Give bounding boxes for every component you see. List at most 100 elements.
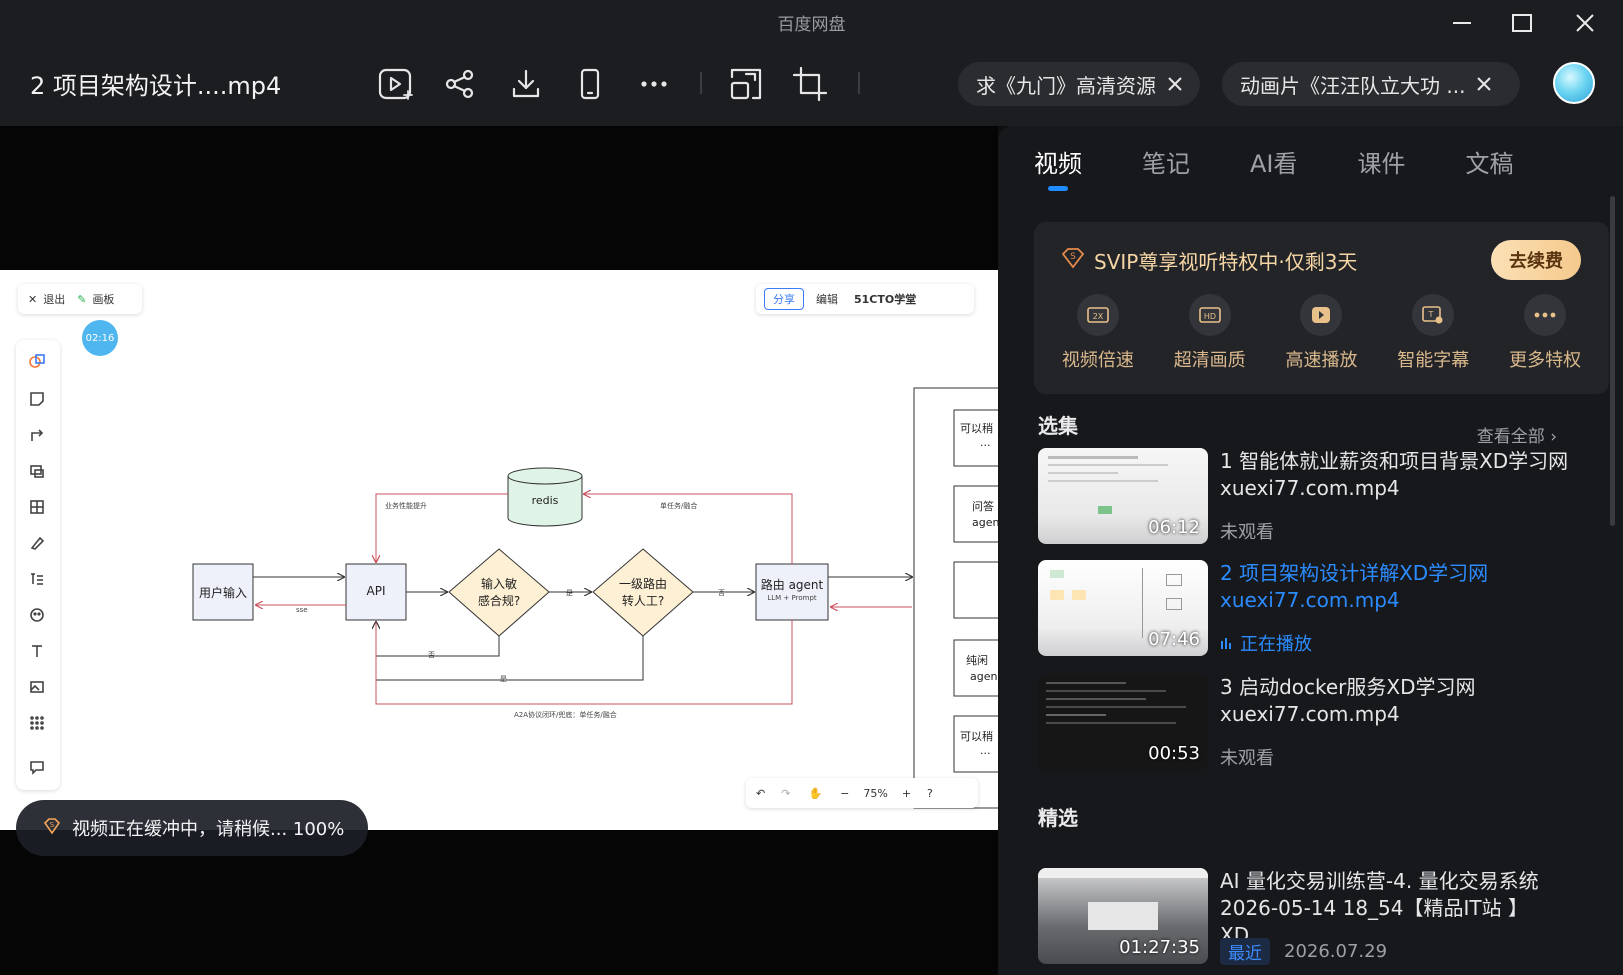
crop-icon — [792, 66, 828, 102]
search-tab-close-button[interactable] — [1166, 75, 1184, 93]
tab-courseware[interactable]: 课件 — [1358, 144, 1406, 179]
episode-title: 3 启动docker服务XD学习网 xuexi77.com.mp4 — [1220, 675, 1476, 726]
search-tab-label: 求《九门》高清资源 — [976, 73, 1156, 98]
route-label-2: 转人工? — [621, 594, 665, 608]
perk-more[interactable]: 更多特权 — [1495, 294, 1595, 372]
zoom-in-icon[interactable]: + — [902, 787, 911, 800]
side-node-label: ... — [980, 436, 991, 449]
subtitle-icon: T — [1412, 294, 1455, 336]
fast-play-icon — [1300, 294, 1343, 336]
search-tab[interactable]: 动画片《汪汪队立大功 ... — [1222, 62, 1520, 106]
crop-button[interactable] — [790, 64, 830, 104]
svg-text:S: S — [1070, 252, 1076, 262]
phone-button[interactable] — [570, 64, 610, 104]
router-label-2: LLM + Prompt — [767, 594, 817, 602]
episode-item[interactable]: 06:12 1 智能体就业薪资和项目背景XD学习网 xuexi77.com.mp… — [1038, 448, 1598, 544]
featured-meta: 最近 2026.07.29 — [1220, 938, 1387, 965]
maximize-icon — [1512, 14, 1532, 32]
perk-label: 更多特权 — [1509, 350, 1582, 371]
perk-speed[interactable]: 2X 视频倍速 — [1048, 294, 1148, 372]
video-player[interactable]: ✕ 退出 ✎ 画板 02:16 分享 编辑 51CTO学堂 用户输入 API r… — [0, 126, 998, 975]
perk-subtitle[interactable]: T 智能字幕 — [1383, 294, 1483, 372]
download-icon — [512, 69, 540, 98]
buffering-text: 视频正在缓冲中，请稍候... 100% — [72, 819, 345, 840]
minimize-icon — [1453, 22, 1471, 24]
help-icon[interactable]: ? — [927, 787, 933, 800]
more-icon — [1524, 294, 1567, 336]
edge-label: 否 — [428, 651, 435, 659]
side-node-label: agen — [972, 516, 998, 529]
see-all-link[interactable]: 查看全部 › — [1477, 422, 1557, 447]
speed-2x-icon: 2X — [1076, 294, 1119, 336]
perk-fast-play[interactable]: 高速播放 — [1271, 294, 1371, 372]
episode-item[interactable]: 07:46 2 项目架构设计详解XD学习网 xuexi77.com.mp4 正在… — [1038, 560, 1598, 656]
hand-icon[interactable]: ✋ — [808, 787, 822, 800]
edge-label: 是 — [500, 675, 507, 683]
svip-gem-icon: S — [1060, 246, 1086, 275]
episode-status: 未观看 — [1220, 522, 1274, 543]
featured-date: 2026.07.29 — [1284, 941, 1388, 962]
featured-title: 精选 — [1038, 806, 1078, 830]
sensitive-label-1: 输入敏 — [480, 577, 517, 591]
equalizer-icon — [1220, 633, 1232, 654]
hd-icon: HD — [1188, 294, 1231, 336]
api-label: API — [366, 584, 386, 598]
renew-button[interactable]: 去续费 — [1491, 240, 1581, 280]
zoom-out-icon[interactable]: − — [840, 787, 849, 800]
episode-status: 未观看 — [1220, 748, 1274, 769]
picture-in-picture-button[interactable] — [726, 64, 766, 104]
play-add-button[interactable] — [376, 64, 416, 104]
toolbar-divider — [858, 72, 860, 94]
avatar[interactable] — [1553, 62, 1595, 104]
route-label-1: 一级路由 — [618, 577, 667, 591]
episode-title: 1 智能体就业薪资和项目背景XD学习网 xuexi77.com.mp4 — [1220, 449, 1569, 500]
tab-ai-watch[interactable]: AI看 — [1250, 144, 1298, 179]
maximize-button[interactable] — [1502, 8, 1542, 38]
zoom-bar: ↶ ↷ ✋ − 75% + ? — [746, 778, 978, 808]
episode-duration: 07:46 — [1148, 629, 1200, 650]
featured-thumbnail: 01:27:35 — [1038, 868, 1208, 964]
redis-label: redis — [531, 494, 559, 507]
buffering-toast: S 视频正在缓冲中，请稍候... 100% — [16, 800, 368, 856]
edge-label: 单任务/融合 — [660, 502, 698, 510]
share-button[interactable] — [440, 64, 480, 104]
more-button[interactable] — [634, 64, 674, 104]
sensitive-label-2: 感合规? — [477, 594, 521, 608]
zoom-level: 75% — [863, 786, 888, 800]
panel-scrollbar[interactable] — [1610, 196, 1615, 526]
minimize-button[interactable] — [1442, 8, 1482, 38]
side-node-label: 可以稍 — [960, 422, 993, 435]
featured-title-text: AI 量化交易训练营-4. 量化交易系统 2026-05-14 18_54【精品… — [1220, 869, 1539, 947]
episode-thumbnail: 00:53 — [1038, 674, 1208, 770]
download-button[interactable] — [506, 64, 546, 104]
perk-label: 视频倍速 — [1061, 350, 1134, 371]
search-tab[interactable]: 求《九门》高清资源 — [958, 62, 1200, 106]
featured-item[interactable]: 01:27:35 AI 量化交易训练营-4. 量化交易系统 2026-05-14… — [1038, 868, 1598, 965]
chevron-right-icon: › — [1550, 427, 1557, 447]
more-icon — [641, 81, 667, 87]
flowchart — [192, 387, 998, 809]
episode-item[interactable]: 00:53 3 启动docker服务XD学习网 xuexi77.com.mp4 … — [1038, 674, 1598, 770]
tab-transcript[interactable]: 文稿 — [1466, 144, 1514, 179]
search-tab-close-button[interactable] — [1475, 75, 1493, 93]
tab-notes[interactable]: 笔记 — [1142, 144, 1190, 179]
svip-card: S SVIP尊享视听特权中·仅剩3天 去续费 2X 视频倍速 HD 超清画质 高… — [1034, 222, 1609, 394]
redo-icon[interactable]: ↷ — [781, 787, 790, 800]
edge-label: 否 — [718, 589, 725, 597]
svg-text:T: T — [1428, 310, 1434, 319]
video-frame: ✕ 退出 ✎ 画板 02:16 分享 编辑 51CTO学堂 用户输入 API r… — [0, 270, 998, 830]
svg-text:2X: 2X — [1093, 312, 1104, 321]
undo-icon[interactable]: ↶ — [756, 787, 765, 800]
share-icon — [445, 69, 474, 99]
side-node-label: 可以稍 — [960, 730, 993, 743]
search-tab-label: 动画片《汪汪队立大功 ... — [1240, 73, 1466, 98]
edge-label: 业务性能提升 — [385, 502, 427, 510]
close-button[interactable] — [1565, 8, 1605, 38]
perk-hd[interactable]: HD 超清画质 — [1160, 294, 1260, 372]
perk-list: 2X 视频倍速 HD 超清画质 高速播放 T 智能字幕 更多特权 — [1034, 294, 1609, 372]
svg-text:HD: HD — [1204, 312, 1216, 321]
toolbar-divider — [700, 72, 702, 94]
tab-video[interactable]: 视频 — [1034, 144, 1082, 191]
panel-tabs: 视频 笔记 AI看 课件 文稿 — [1034, 144, 1574, 191]
picture-in-picture-icon — [730, 68, 762, 100]
